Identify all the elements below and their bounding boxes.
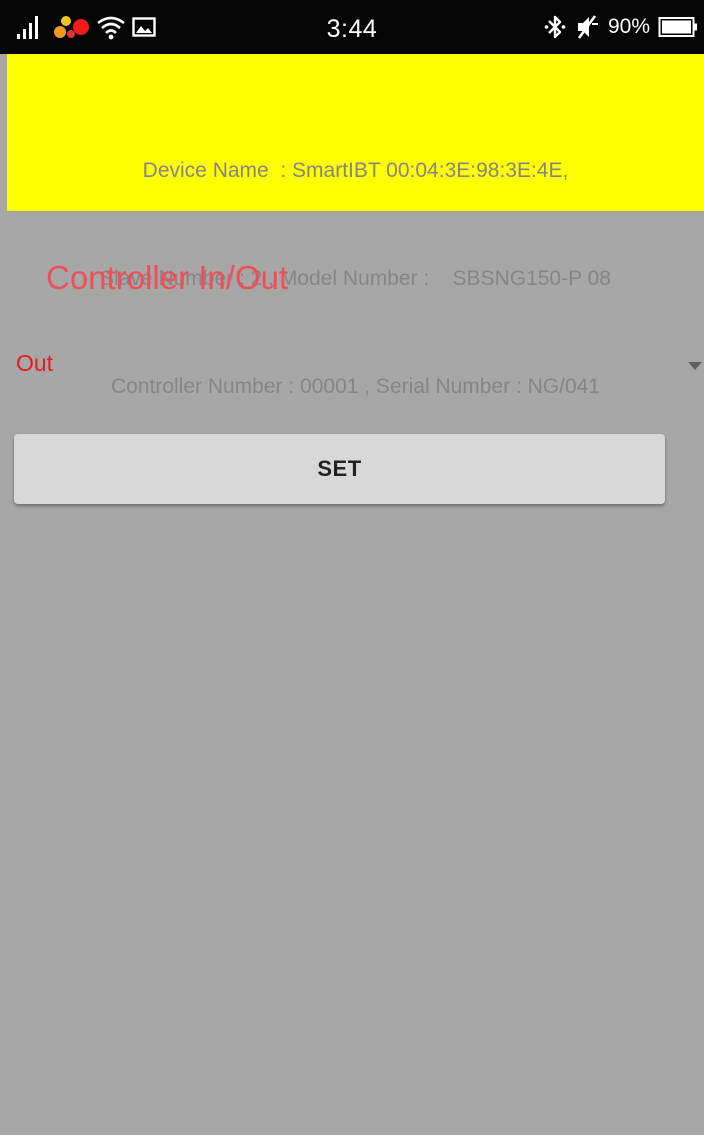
dropdown-selected-value: Out — [16, 350, 54, 376]
app-screen: 3:44 90% Device Name : SmartIBT 00:04:3E… — [0, 0, 704, 1135]
battery-icon — [658, 17, 697, 37]
bluetooth-icon — [544, 15, 566, 39]
device-name-line: Device Name : SmartIBT 00:04:3E:98:3E:4E… — [142, 159, 569, 182]
set-button[interactable]: SET — [14, 434, 665, 504]
status-bar-right: 90% — [544, 12, 698, 42]
mute-icon — [577, 15, 598, 39]
dropdown-arrow-icon — [688, 362, 702, 370]
device-info-banner: Device Name : SmartIBT 00:04:3E:98:3E:4E… — [7, 54, 704, 398]
controller-in-out-dropdown[interactable]: Out — [14, 340, 704, 388]
status-bar: 3:44 90% — [0, 0, 704, 54]
section-title: Controller In/Out — [46, 259, 289, 296]
battery-percent: 90% — [607, 15, 650, 38]
